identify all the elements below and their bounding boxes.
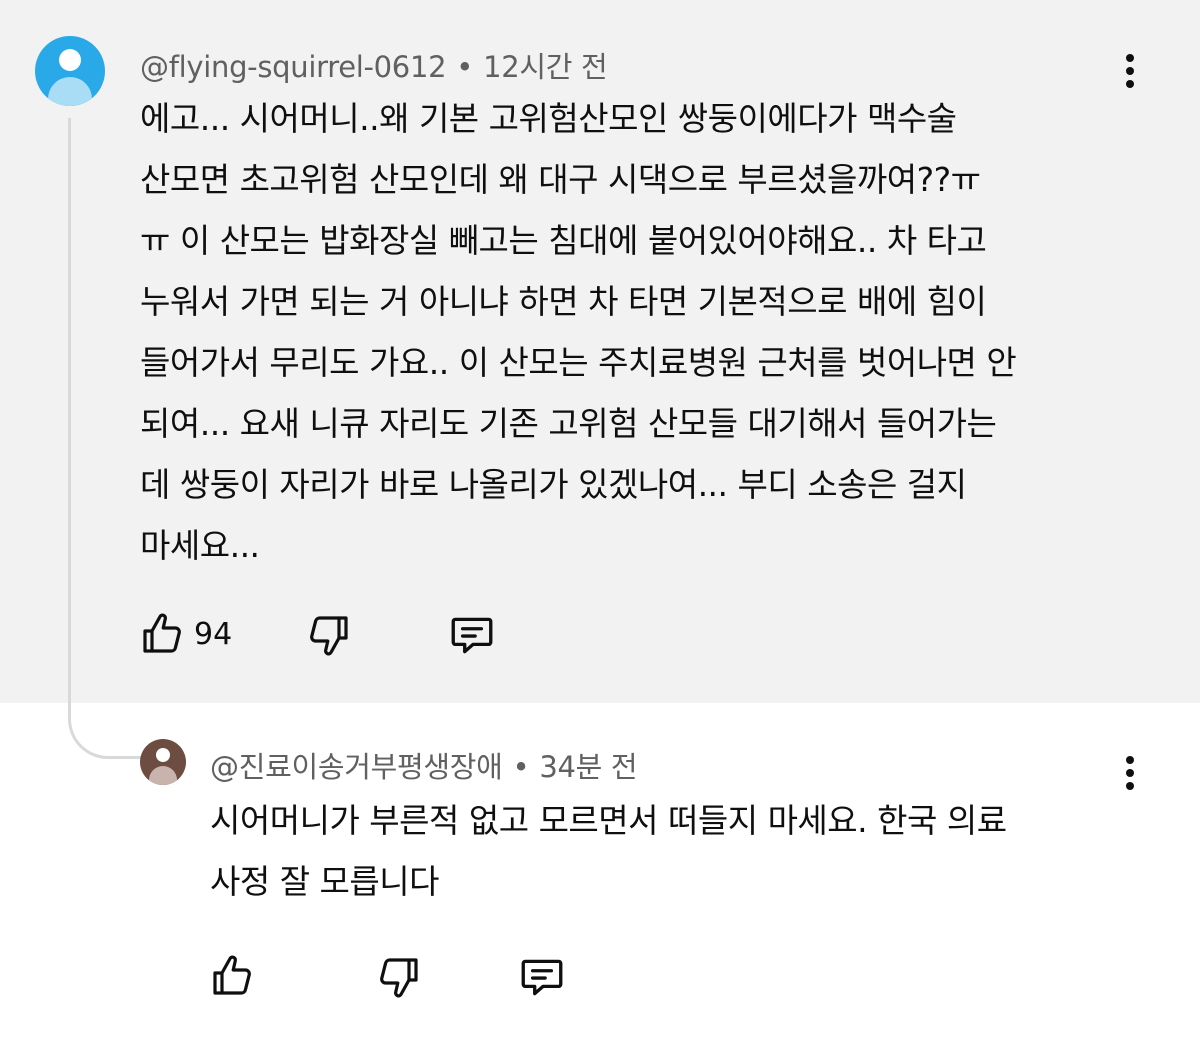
reply-author[interactable]: @진료이송거부평생장애 (210, 750, 503, 784)
thumbs-up-icon (143, 613, 181, 653)
reply-thread-connector (68, 118, 150, 759)
separator-dot: • (512, 750, 530, 784)
comment-timestamp[interactable]: 12시간 전 (483, 50, 608, 84)
thumbs-up-icon (213, 955, 251, 995)
reply-reply-button[interactable] (517, 949, 567, 1005)
avatar[interactable] (35, 36, 105, 106)
reply-button[interactable] (447, 607, 497, 663)
like-button[interactable]: 94 (138, 606, 232, 662)
comments-view: @flying-squirrel-0612 • 12시간 전 에고... 시어머니.… (0, 0, 1200, 1041)
more-vert-icon[interactable] (1120, 54, 1140, 94)
separator-dot: • (456, 50, 474, 84)
comment-header: @flying-squirrel-0612 • 12시간 전 (140, 44, 608, 86)
reply-timestamp[interactable]: 34분 전 (539, 750, 637, 784)
avatar-person-body (149, 766, 177, 785)
reply-comment-icon (521, 959, 563, 996)
reply-header: @진료이송거부평생장애 • 34분 전 (210, 744, 638, 786)
avatar-person-body (48, 77, 92, 106)
dislike-button[interactable] (305, 607, 353, 663)
reply-like-button[interactable] (208, 948, 256, 1004)
thumbs-down-icon (310, 616, 348, 656)
reply-text: 시어머니가 부른적 없고 모르면서 떠들지 마세요. 한국 의료 사정 잘 모릅… (210, 801, 1007, 901)
avatar-person-head (59, 49, 81, 71)
more-vert-icon[interactable] (1120, 756, 1140, 796)
thumbs-down-icon (380, 958, 418, 998)
avatar-person-head (156, 748, 170, 762)
reply-avatar[interactable] (140, 739, 186, 785)
comment-text: 에고... 시어머니..왜 기본 고위험산모인 쌍둥이에다가 맥수술 산모면 초… (140, 99, 1017, 565)
reply-dislike-button[interactable] (375, 949, 423, 1005)
comment-author[interactable]: @flying-squirrel-0612 (140, 50, 447, 84)
like-count: 94 (194, 616, 233, 652)
reply-comment-icon (451, 617, 493, 654)
